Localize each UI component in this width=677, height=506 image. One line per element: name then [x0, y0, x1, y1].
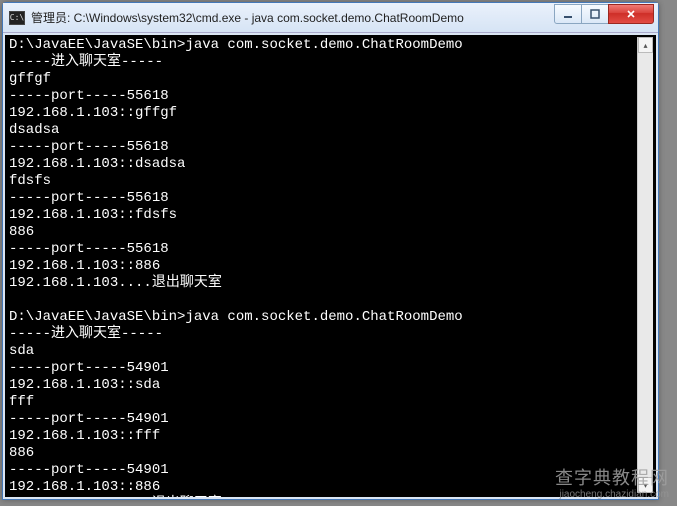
maximize-button[interactable] [581, 4, 609, 24]
scroll-track[interactable] [638, 53, 653, 477]
cmd-icon-label: C:\ [10, 13, 24, 22]
scrollbar[interactable]: ▴ ▾ [637, 37, 653, 493]
window-title: 管理员: C:\Windows\system32\cmd.exe - java … [31, 9, 555, 26]
cmd-window: C:\ 管理员: C:\Windows\system32\cmd.exe - j… [2, 2, 659, 500]
close-button[interactable] [608, 4, 654, 24]
scroll-down-button[interactable]: ▾ [638, 477, 653, 493]
minimize-button[interactable] [554, 4, 582, 24]
cmd-icon: C:\ [9, 11, 25, 25]
close-icon [626, 9, 636, 19]
titlebar[interactable]: C:\ 管理员: C:\Windows\system32\cmd.exe - j… [3, 3, 658, 33]
maximize-icon [590, 9, 600, 19]
scroll-up-button[interactable]: ▴ [638, 37, 653, 53]
console-output[interactable]: D:\JavaEE\JavaSE\bin>java com.socket.dem… [3, 33, 658, 499]
minimize-icon [563, 9, 573, 19]
window-controls [555, 4, 654, 24]
